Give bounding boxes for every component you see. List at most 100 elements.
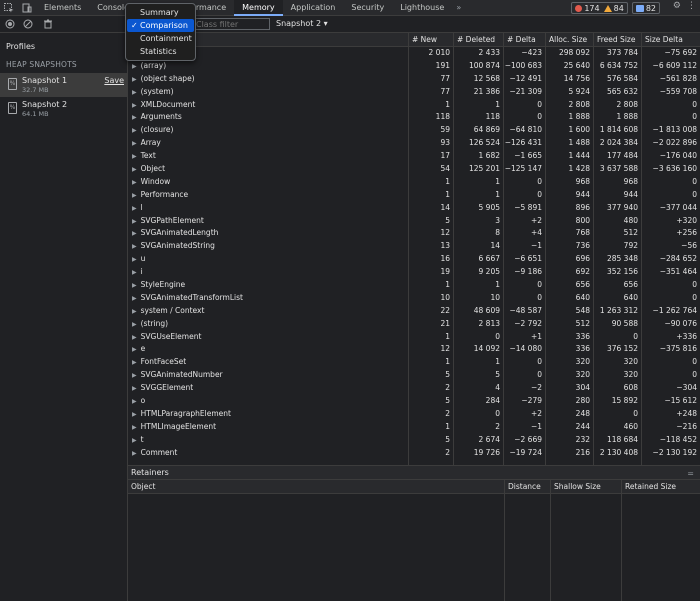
retainers-table-body[interactable] xyxy=(128,494,700,601)
snapshot-select[interactable]: Snapshot 2 ▾ xyxy=(276,19,328,28)
expand-triangle-icon[interactable]: ▶ xyxy=(132,424,137,431)
retainers-panel-header[interactable]: Retainers = xyxy=(128,465,700,480)
column-header-size-delta[interactable]: Size Delta xyxy=(641,33,700,47)
table-row[interactable]: ▶ t 5 2 674 −2 669 232 118 684 −118 452 xyxy=(128,434,700,447)
table-row[interactable]: ▶ HTMLParagraphElement 2 0 +2 248 0 +248 xyxy=(128,408,700,421)
expand-triangle-icon[interactable]: ▶ xyxy=(132,321,137,328)
expand-triangle-icon[interactable]: ▶ xyxy=(132,243,137,250)
view-option-summary[interactable]: Summary xyxy=(126,6,195,19)
expand-triangle-icon[interactable]: ▶ xyxy=(132,102,137,109)
expand-triangle-icon[interactable]: ▶ xyxy=(132,89,137,96)
table-row[interactable]: ▶ FontFaceSet 1 1 0 320 320 0 xyxy=(128,356,700,369)
view-option-comparison[interactable]: ✓ Comparison xyxy=(127,19,194,32)
table-row[interactable]: ▶ SVGAnimatedTransformList 10 10 0 640 640 0 xyxy=(128,292,700,305)
column-header-freed-size[interactable]: Freed Size xyxy=(593,33,641,47)
table-row[interactable]: ▶ Object 54 125 201 −125 147 1 428 3 637 588 −3… xyxy=(128,163,700,176)
expand-triangle-icon[interactable]: ▶ xyxy=(132,411,137,418)
expand-triangle-icon[interactable]: ▶ xyxy=(132,437,137,444)
table-row[interactable]: ▶ u 16 6 667 −6 651 696 285 348 −284 652 xyxy=(128,253,700,266)
expand-triangle-icon[interactable]: ▶ xyxy=(132,192,137,199)
info-counter[interactable]: 82 xyxy=(631,2,660,14)
view-option-statistics[interactable]: Statistics xyxy=(126,45,195,58)
table-row[interactable]: ▶ e 12 14 092 −14 080 336 376 152 −375 816 xyxy=(128,343,700,356)
expand-triangle-icon[interactable]: ▶ xyxy=(132,63,137,70)
table-row[interactable]: ▶ Array 93 126 524 −126 431 1 488 2 024 384 −2 … xyxy=(128,137,700,150)
table-row[interactable]: ▶ Performance 1 1 0 944 944 0 xyxy=(128,189,700,202)
table-row[interactable]: ▶ HTMLImageElement 1 2 −1 244 460 −216 xyxy=(128,421,700,434)
expand-triangle-icon[interactable]: ▶ xyxy=(132,282,137,289)
table-row[interactable]: ▶ SVGAnimatedLength 12 8 +4 768 512 +256 xyxy=(128,227,700,240)
table-row[interactable]: ▶ (system) 77 21 386 −21 309 5 924 565 632 −559… xyxy=(128,86,700,99)
issue-counters[interactable]: 174 84 82 xyxy=(571,2,660,14)
table-row[interactable]: ▶ Window 1 1 0 968 968 0 xyxy=(128,176,700,189)
error-counter[interactable]: 174 84 xyxy=(571,2,628,14)
column-header-new[interactable]: # New xyxy=(408,33,453,47)
table-row[interactable]: ▶ l 14 5 905 −5 891 896 377 940 −377 044 xyxy=(128,202,700,215)
table-row[interactable]: ▶ i 19 9 205 −9 186 692 352 156 −351 464 xyxy=(128,266,700,279)
table-row[interactable]: ▶ o 5 284 −279 280 15 892 −15 612 xyxy=(128,395,700,408)
table-row[interactable]: ▶ SVGPathElement 5 3 +2 800 480 +320 xyxy=(128,215,700,228)
expand-triangle-icon[interactable]: ▶ xyxy=(132,153,137,160)
expand-triangle-icon[interactable]: ▶ xyxy=(132,334,137,341)
column-header-deleted[interactable]: # Deleted xyxy=(453,33,503,47)
save-snapshot-link[interactable]: Save xyxy=(104,76,124,85)
settings-gear-icon[interactable]: ⚙ xyxy=(673,1,681,11)
more-options-icon[interactable]: ⋮ xyxy=(687,1,696,11)
collect-garbage-icon[interactable] xyxy=(42,18,54,30)
table-row[interactable]: ▶ (string) 21 2 813 −2 792 512 90 588 −90 076 xyxy=(128,318,700,331)
expand-triangle-icon[interactable]: ▶ xyxy=(132,269,137,276)
table-row[interactable]: ▶ system / Context 22 48 609 −48 587 548 1 263… xyxy=(128,305,700,318)
tab-lighthouse[interactable]: Lighthouse xyxy=(392,0,452,16)
table-row[interactable]: ▶ StyleEngine 1 1 0 656 656 0 xyxy=(128,279,700,292)
expand-triangle-icon[interactable]: ▶ xyxy=(132,205,137,212)
expand-triangle-icon[interactable]: ▶ xyxy=(132,76,137,83)
device-toolbar-icon[interactable] xyxy=(18,0,36,16)
table-row[interactable]: ▶ Text 17 1 682 −1 665 1 444 177 484 −176 040 xyxy=(128,150,700,163)
column-header-alloc-size[interactable]: Alloc. Size xyxy=(545,33,593,47)
tab-elements[interactable]: Elements xyxy=(36,0,89,16)
expand-triangle-icon[interactable]: ▶ xyxy=(132,230,137,237)
expand-triangle-icon[interactable]: ▶ xyxy=(132,346,137,353)
drag-handle-icon[interactable]: = xyxy=(687,469,694,478)
expand-triangle-icon[interactable]: ▶ xyxy=(132,385,137,392)
snapshot-item-1[interactable]: % Snapshot 1 32.7 MB Save xyxy=(0,73,128,97)
expand-triangle-icon[interactable]: ▶ xyxy=(132,359,137,366)
table-row[interactable]: ▶ XMLDocument 1 1 0 2 808 2 808 0 xyxy=(128,99,700,112)
table-row[interactable]: ▶ Comment 2 19 726 −19 724 216 2 130 408 −2 130… xyxy=(128,447,700,460)
expand-triangle-icon[interactable]: ▶ xyxy=(132,372,137,379)
table-row[interactable]: ▶ (object shape) 77 12 568 −12 491 14 756 576 … xyxy=(128,73,700,86)
retainers-header-object[interactable]: Object xyxy=(128,480,504,494)
table-row[interactable]: ▶ (closure) 59 64 869 −64 810 1 600 1 814 608 −… xyxy=(128,124,700,137)
total-row[interactable]: 2 010 2 433 −423 298 092 373 784 −75 692 xyxy=(128,47,700,60)
tab-memory[interactable]: Memory xyxy=(234,0,283,16)
expand-triangle-icon[interactable]: ▶ xyxy=(132,398,137,405)
expand-triangle-icon[interactable]: ▶ xyxy=(132,218,137,225)
retainers-header-distance[interactable]: Distance xyxy=(504,480,550,494)
table-row[interactable]: ▶ (array) 191 100 874 −100 683 25 640 6 634 75… xyxy=(128,60,700,73)
table-row[interactable]: ▶ Arguments 118 118 0 1 888 1 888 0 xyxy=(128,111,700,124)
snapshot-item-2[interactable]: % Snapshot 2 64.1 MB xyxy=(0,97,128,121)
expand-triangle-icon[interactable]: ▶ xyxy=(132,256,137,263)
expand-triangle-icon[interactable]: ▶ xyxy=(132,166,137,173)
retainers-header-shallow-size[interactable]: Shallow Size xyxy=(550,480,621,494)
view-mode-dropdown[interactable]: Summary ✓ Comparison Containment Statistics xyxy=(125,3,196,61)
expand-triangle-icon[interactable]: ▶ xyxy=(132,114,137,121)
class-filter-input[interactable] xyxy=(192,18,270,30)
tab-application[interactable]: Application xyxy=(283,0,344,16)
table-row[interactable]: ▶ SVGAnimatedNumber 5 5 0 320 320 0 xyxy=(128,369,700,382)
tab-security[interactable]: Security xyxy=(343,0,392,16)
clear-icon[interactable] xyxy=(22,18,34,30)
expand-triangle-icon[interactable]: ▶ xyxy=(132,295,137,302)
expand-triangle-icon[interactable]: ▶ xyxy=(132,140,137,147)
record-icon[interactable] xyxy=(4,18,16,30)
table-row[interactable]: ▶ SVGUseElement 1 0 +1 336 0 +336 xyxy=(128,331,700,344)
more-tabs-chevron-icon[interactable]: » xyxy=(452,0,465,16)
column-header-delta[interactable]: # Delta xyxy=(503,33,545,47)
table-row[interactable]: ▶ SVGAnimatedString 13 14 −1 736 792 −56 xyxy=(128,240,700,253)
table-row[interactable]: ▶ SVGGElement 2 4 −2 304 608 −304 xyxy=(128,382,700,395)
table-body[interactable]: 2 010 2 433 −423 298 092 373 784 −75 692 ▶ (arr… xyxy=(128,47,700,460)
expand-triangle-icon[interactable]: ▶ xyxy=(132,308,137,315)
view-option-containment[interactable]: Containment xyxy=(126,32,195,45)
expand-triangle-icon[interactable]: ▶ xyxy=(132,127,137,134)
expand-triangle-icon[interactable]: ▶ xyxy=(132,179,137,186)
